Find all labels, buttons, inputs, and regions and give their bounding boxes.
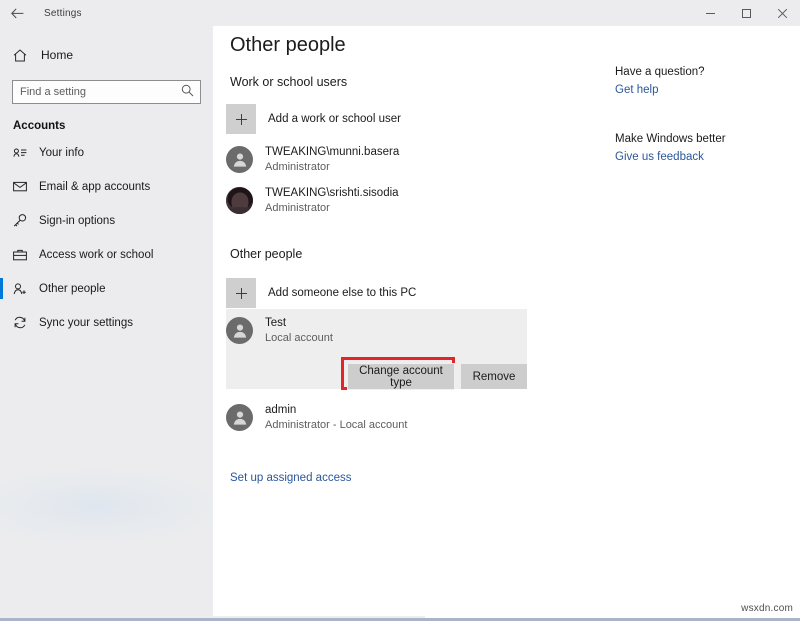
back-arrow-icon[interactable]: [0, 0, 34, 26]
search-input[interactable]: [13, 82, 200, 102]
account-text: TWEAKING\srishti.sisodia Administrator: [265, 186, 399, 215]
account-subtitle: Local account: [265, 331, 333, 345]
sidebar-item-other-people[interactable]: Other people: [0, 277, 213, 300]
other-people-heading: Other people: [230, 247, 302, 261]
person-add-icon: [13, 283, 31, 295]
account-subtitle: Administrator - Local account: [265, 418, 407, 432]
title-bar-left: Settings: [0, 0, 82, 26]
add-someone-else-label: Add someone else to this PC: [268, 287, 416, 299]
search-box[interactable]: [12, 80, 201, 104]
make-windows-better-heading: Make Windows better: [615, 133, 785, 145]
account-subtitle: Administrator: [265, 160, 399, 174]
sidebar-item-sync-your-settings-label: Sync your settings: [39, 317, 133, 329]
nav-section-title: Accounts: [0, 120, 213, 132]
sidebar-item-sync-your-settings[interactable]: Sync your settings: [0, 311, 213, 334]
maximize-button[interactable]: [728, 0, 764, 26]
default-person-avatar: [226, 317, 253, 344]
account-text: TWEAKING\munni.basera Administrator: [265, 145, 399, 174]
default-person-avatar: [226, 404, 253, 431]
highlight-rectangle: Change account type: [341, 357, 455, 390]
give-us-feedback-link[interactable]: Give us feedback: [615, 151, 785, 163]
account-subtitle: Administrator: [265, 201, 399, 215]
plus-icon: [226, 278, 256, 308]
sidebar-item-home[interactable]: Home: [0, 40, 213, 70]
account-text: admin Administrator - Local account: [265, 403, 407, 432]
account-row-admin[interactable]: admin Administrator - Local account: [226, 403, 407, 432]
sidebar-item-email-app-accounts-label: Email & app accounts: [39, 181, 150, 193]
nav-list: Your info Email & app accounts: [0, 141, 213, 334]
work-or-school-users-heading: Work or school users: [230, 75, 347, 89]
caption-buttons: [692, 0, 800, 26]
search-icon: [181, 84, 194, 102]
bottom-edge-left: [0, 616, 425, 618]
remove-button[interactable]: Remove: [461, 364, 527, 389]
account-name: Test: [265, 316, 333, 330]
page-title: Other people: [230, 34, 346, 57]
account-row-munni-basera[interactable]: TWEAKING\munni.basera Administrator: [226, 145, 399, 174]
id-card-icon: [13, 147, 31, 158]
sidebar-item-sign-in-options-label: Sign-in options: [39, 215, 115, 227]
get-help-link[interactable]: Get help: [615, 84, 785, 96]
sidebar-item-email-app-accounts[interactable]: Email & app accounts: [0, 175, 213, 198]
account-name: TWEAKING\munni.basera: [265, 145, 399, 159]
sidebar-item-home-label: Home: [41, 48, 73, 62]
settings-window: Settings: [0, 0, 800, 616]
minimize-button[interactable]: [692, 0, 728, 26]
add-work-or-school-user-tile[interactable]: Add a work or school user: [226, 104, 401, 134]
add-work-or-school-user-label: Add a work or school user: [268, 113, 401, 125]
sidebar-item-access-work-or-school-label: Access work or school: [39, 249, 153, 261]
window-title: Settings: [44, 8, 82, 19]
change-account-type-button[interactable]: Change account type: [347, 363, 455, 390]
photo-avatar: [226, 187, 253, 214]
sidebar-item-access-work-or-school[interactable]: Access work or school: [0, 243, 213, 266]
window-bottom-edge: [0, 616, 800, 624]
sync-icon: [13, 316, 31, 329]
set-up-assigned-access-link[interactable]: Set up assigned access: [230, 472, 351, 484]
content-pane: Other people Work or school users Add a …: [213, 26, 800, 616]
watermark: wsxdn.com: [738, 602, 796, 615]
plus-icon: [226, 104, 256, 134]
briefcase-icon: [13, 249, 31, 261]
navigation-pane: Home Accounts You: [0, 26, 213, 616]
account-row-srishti-sisodia[interactable]: TWEAKING\srishti.sisodia Administrator: [226, 186, 399, 215]
account-row-test[interactable]: Test Local account: [226, 316, 333, 345]
sidebar-item-sign-in-options[interactable]: Sign-in options: [0, 209, 213, 232]
background-artifact: [0, 470, 213, 542]
have-a-question-heading: Have a question?: [615, 66, 785, 78]
account-name: admin: [265, 403, 407, 417]
key-icon: [13, 214, 31, 227]
default-person-avatar: [226, 146, 253, 173]
account-text: Test Local account: [265, 316, 333, 345]
title-bar: Settings: [0, 0, 800, 26]
close-button[interactable]: [764, 0, 800, 26]
add-someone-else-tile[interactable]: Add someone else to this PC: [226, 278, 416, 308]
feedback-block: Make Windows better Give us feedback: [615, 133, 785, 163]
help-column: Have a question? Get help Make Windows b…: [615, 66, 785, 163]
mail-icon: [13, 181, 31, 192]
account-name: TWEAKING\srishti.sisodia: [265, 186, 399, 200]
sidebar-item-your-info-label: Your info: [39, 147, 84, 159]
sidebar-item-other-people-label: Other people: [39, 283, 106, 295]
home-icon: [13, 49, 33, 62]
sidebar-item-your-info[interactable]: Your info: [0, 141, 213, 164]
